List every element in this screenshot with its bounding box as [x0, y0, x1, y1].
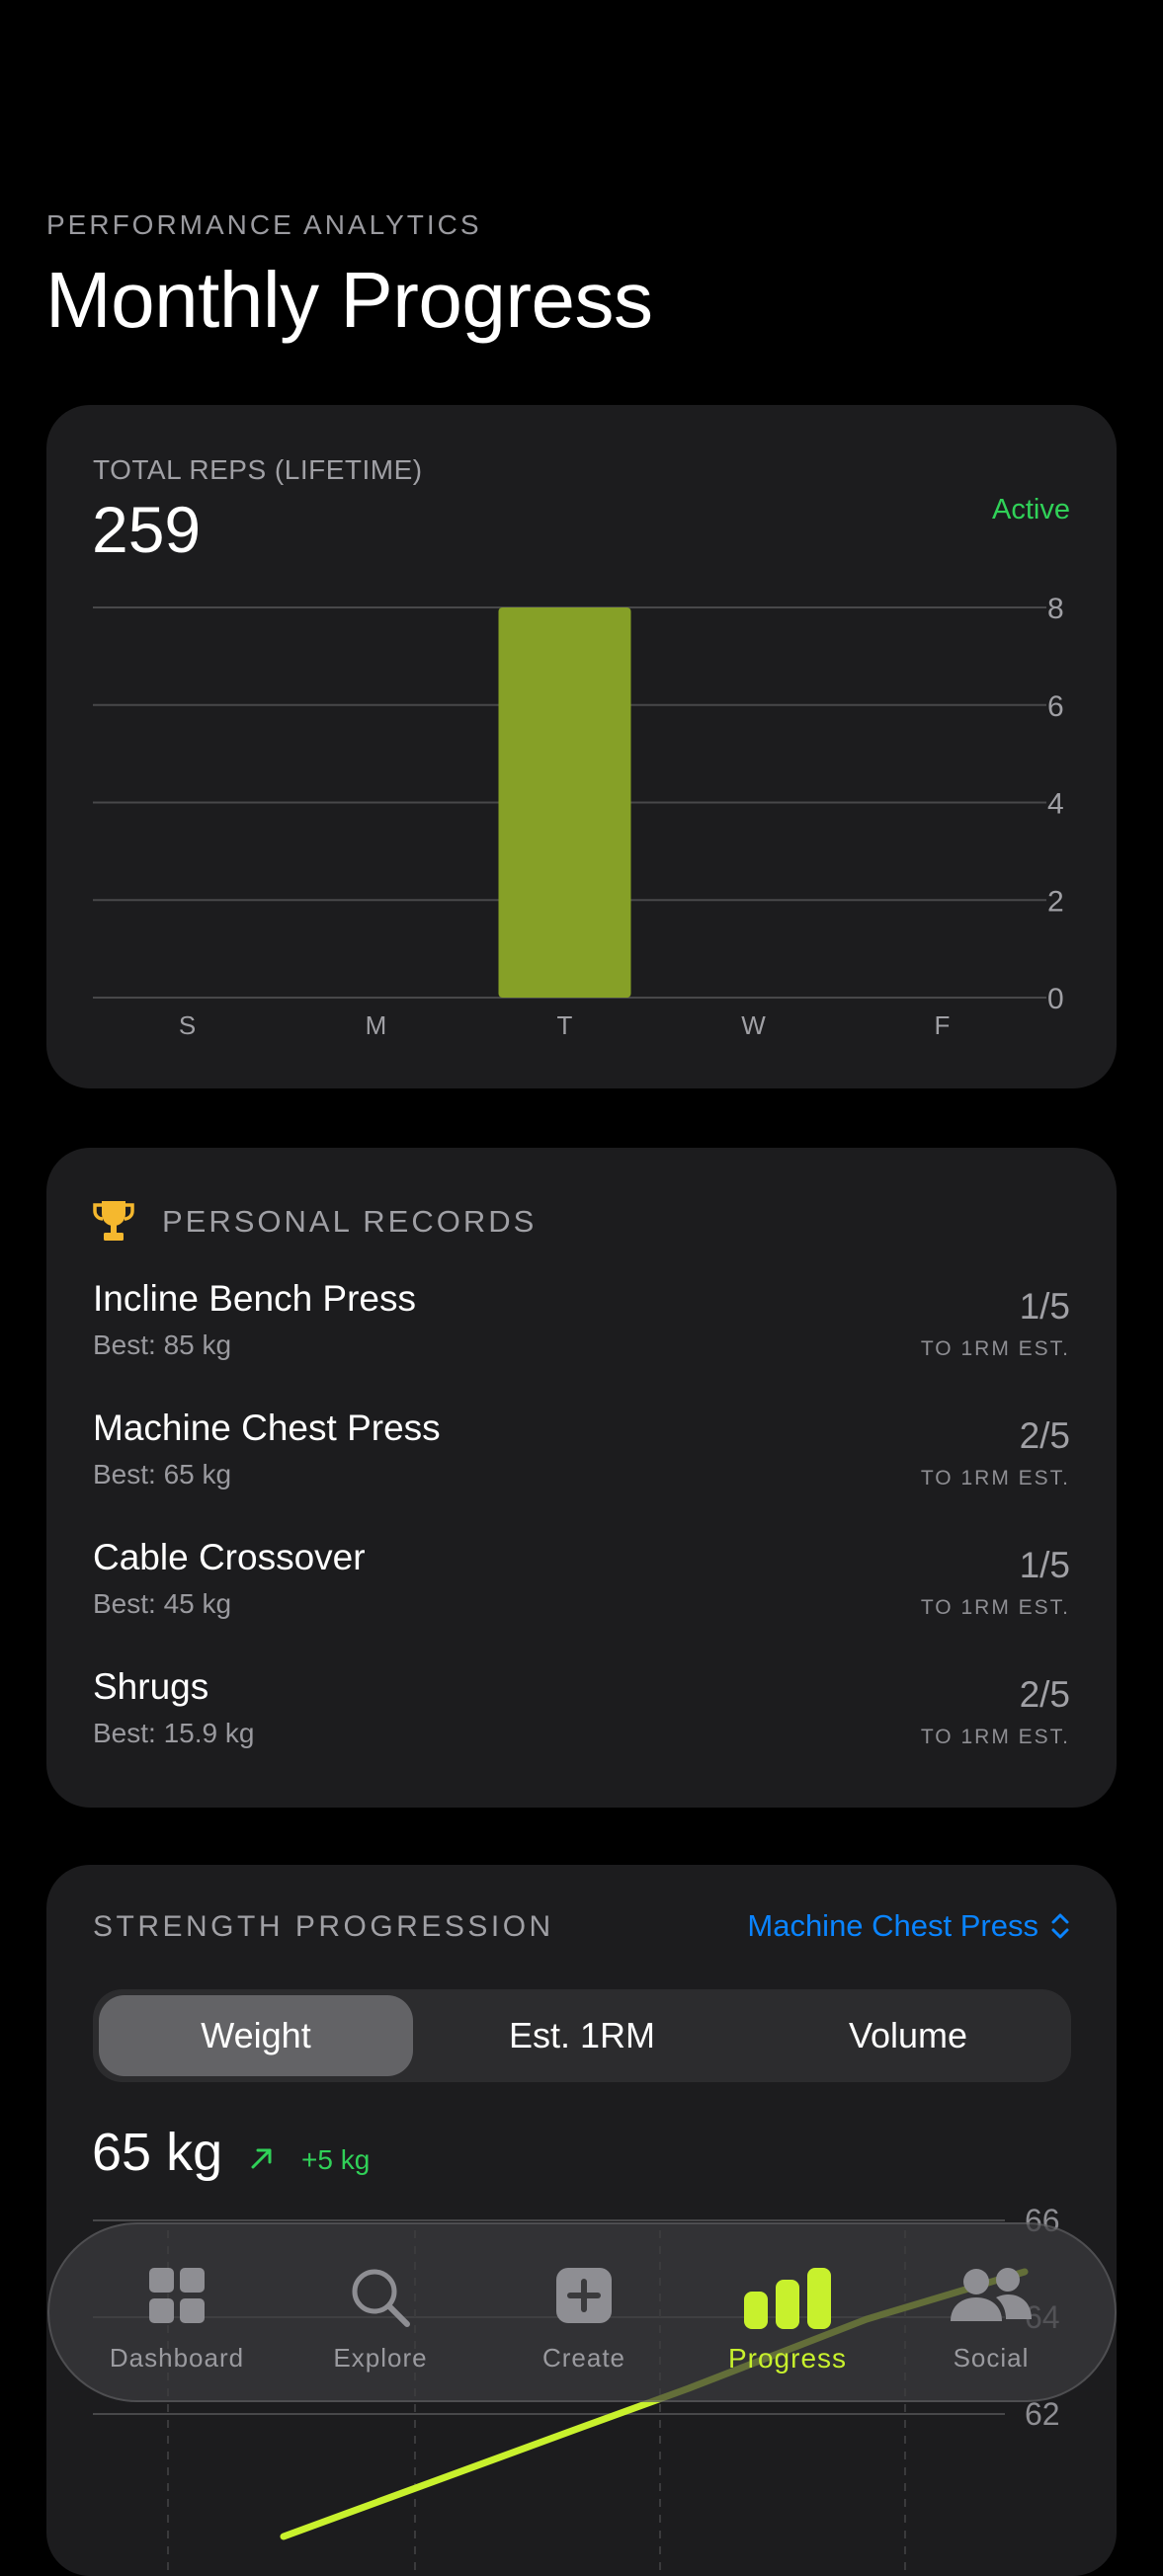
tab-progress[interactable]: Progress	[686, 2224, 889, 2404]
bar-chart-icon	[744, 2268, 831, 2329]
weekly-reps-bar-chart: 0 2 4 6 8 S M T W F	[93, 593, 1064, 1040]
record-name: Machine Chest Press	[93, 1408, 441, 1448]
record-row[interactable]: Shrugs Best: 15.9 kg 2/5 TO 1RM EST.	[46, 1666, 1117, 1796]
page-title: Monthly Progress	[45, 256, 653, 344]
record-fraction: 1/5	[1019, 1545, 1070, 1585]
x-tick-label: M	[366, 1010, 387, 1040]
y-tick-label: 4	[1047, 788, 1064, 821]
record-best: Best: 85 kg	[93, 1329, 232, 1360]
page-eyebrow: PERFORMANCE ANALYTICS	[46, 209, 482, 240]
record-best: Best: 65 kg	[93, 1459, 232, 1489]
trophy-icon	[93, 1201, 134, 1241]
record-row[interactable]: Cable Crossover Best: 45 kg 1/5 TO 1RM EST.	[46, 1537, 1117, 1666]
grid-icon	[149, 2268, 205, 2323]
strength-line-chart: 666462	[93, 2203, 1060, 2576]
record-note: TO 1RM EST.	[920, 1726, 1070, 1748]
x-tick-label: W	[741, 1010, 766, 1040]
record-fraction: 2/5	[1019, 1674, 1070, 1715]
record-note: TO 1RM EST.	[920, 1467, 1070, 1489]
record-row[interactable]: Machine Chest Press Best: 65 kg 2/5 TO 1RM …	[46, 1408, 1117, 1537]
record-fraction: 1/5	[1019, 1286, 1070, 1327]
x-tick-label: F	[935, 1010, 951, 1040]
record-best: Best: 15.9 kg	[93, 1718, 255, 1748]
tab-create[interactable]: Create	[482, 2224, 686, 2404]
personal-records-card: PERSONAL RECORDS Incline Bench Press Best…	[46, 1148, 1117, 1808]
total-reps-card: TOTAL REPS (LIFETIME) 259 Active 02468SM…	[46, 405, 1117, 1088]
tab-dashboard[interactable]: Dashboard	[75, 2224, 279, 2404]
tab-explore-label: Explore	[333, 2343, 428, 2373]
record-note: TO 1RM EST.	[920, 1337, 1070, 1360]
record-note: TO 1RM EST.	[920, 1596, 1070, 1619]
y-tick-label: 8	[1047, 593, 1064, 625]
record-name: Incline Bench Press	[93, 1278, 417, 1319]
personal-records-header: PERSONAL RECORDS	[93, 1197, 537, 1247]
x-tick-label: S	[179, 1010, 196, 1040]
record-name: Cable Crossover	[93, 1537, 366, 1577]
personal-records-list: Incline Bench Press Best: 85 kg 1/5 TO 1RM …	[46, 1278, 1117, 1796]
bottom-tab-bar: Dashboard Explore Create Progress Social	[47, 2222, 1117, 2402]
people-icon	[951, 2268, 1032, 2321]
tab-social[interactable]: Social	[889, 2224, 1093, 2404]
record-name: Shrugs	[93, 1666, 209, 1707]
tab-explore[interactable]: Explore	[279, 2224, 482, 2404]
tab-dashboard-label: Dashboard	[109, 2343, 245, 2373]
search-icon	[352, 2269, 410, 2327]
x-tick-label: T	[557, 1010, 573, 1040]
y-tick-label: 2	[1047, 885, 1064, 918]
plus-square-icon	[556, 2268, 612, 2323]
record-fraction: 2/5	[1019, 1415, 1070, 1456]
bar	[498, 607, 631, 998]
personal-records-title: PERSONAL RECORDS	[162, 1204, 538, 1239]
y-tick-label: 6	[1047, 690, 1064, 723]
record-best: Best: 45 kg	[93, 1588, 232, 1619]
tab-social-label: Social	[953, 2343, 1030, 2373]
y-tick-label: 0	[1047, 983, 1064, 1015]
tab-create-label: Create	[541, 2343, 626, 2373]
strength-progression-card: STRENGTH PROGRESSION Machine Chest Press…	[46, 1865, 1117, 2576]
record-row[interactable]: Incline Bench Press Best: 85 kg 1/5 TO 1RM …	[46, 1278, 1117, 1408]
tab-progress-label: Progress	[727, 2343, 848, 2374]
